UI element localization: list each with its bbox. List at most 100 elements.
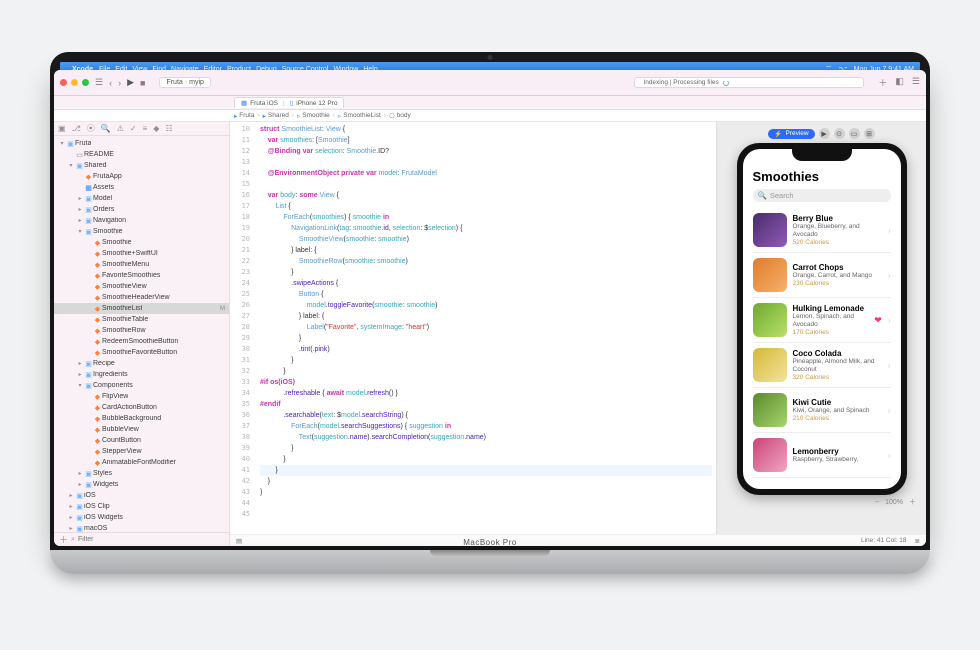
tree-item-cardactionbutton[interactable]: ◆CardActionButton <box>60 402 229 413</box>
live-button[interactable]: ▶ <box>819 128 830 139</box>
tree-item-smoothierow[interactable]: ◆SmoothieRow <box>60 325 229 336</box>
tree-item-bubblebackground[interactable]: ◆BubbleBackground <box>60 413 229 424</box>
smoothie-row[interactable]: Hulking LemonadeLemon, Spinach, and Avoc… <box>753 298 891 343</box>
smoothie-row[interactable]: Berry BlueOrange, Blueberry, and Avocado… <box>753 208 891 253</box>
tree-item-fruta[interactable]: ▾▣Fruta <box>60 138 229 149</box>
navigator-toggle-icon[interactable]: ☰ <box>95 77 103 88</box>
tree-item-favoritesmoothies[interactable]: ◆FavoriteSmoothies <box>60 270 229 281</box>
project-nav-icon[interactable]: ▣ <box>60 124 66 133</box>
crumb-fruta[interactable]: ▸Fruta <box>234 112 254 120</box>
issue-nav-icon[interactable]: ⚠ <box>117 124 124 133</box>
tree-item-ios-widgets[interactable]: ▸▣iOS Widgets <box>60 512 229 523</box>
device-settings-icon[interactable]: ▭ <box>849 128 860 139</box>
tree-item-smoothietable[interactable]: ◆SmoothieTable <box>60 314 229 325</box>
tree-item-ios-clip[interactable]: ▸▣iOS Clip <box>60 501 229 512</box>
tree-item-smoothielist[interactable]: ◆SmoothieListM <box>60 303 229 314</box>
back-icon[interactable]: ‹ <box>109 78 112 88</box>
minimize-button[interactable] <box>71 79 78 86</box>
tree-item-smoothiefavoritebutton[interactable]: ◆SmoothieFavoriteButton <box>60 347 229 358</box>
forward-icon[interactable]: › <box>118 78 121 88</box>
tree-item-redeemsmoothiebutton[interactable]: ◆RedeemSmoothieButton <box>60 336 229 347</box>
tree-item-flipview[interactable]: ◆FlipView <box>60 391 229 402</box>
disclosure-icon[interactable]: ▸ <box>76 217 84 224</box>
tree-item-smoothieview[interactable]: ◆SmoothieView <box>60 281 229 292</box>
crumb-smoothielist[interactable]: ▹SmoothieList <box>338 112 381 120</box>
preview-badge[interactable]: ⚡ Preview <box>768 129 814 139</box>
source-editor[interactable]: 1011121314151617181920212223242526272829… <box>230 122 716 534</box>
zoom-button[interactable] <box>82 79 89 86</box>
tree-item-macos[interactable]: ▸▣macOS <box>60 523 229 532</box>
symbol-nav-icon[interactable]: ⦿ <box>87 123 95 134</box>
preview-search-field[interactable]: 🔍 Search <box>753 189 891 202</box>
disclosure-icon[interactable]: ▸ <box>67 503 75 510</box>
add-file-icon[interactable]: ＋ <box>60 533 68 542</box>
smoothie-row[interactable]: LemonberryRaspberry, Strawberry,› <box>753 433 891 478</box>
tree-item-smoothie[interactable]: ◆Smoothie <box>60 237 229 248</box>
crumb-shared[interactable]: ▸Shared <box>263 112 289 120</box>
tree-item-assets[interactable]: ▦Assets <box>60 182 229 193</box>
jump-bar[interactable]: ▸Fruta›▸Shared›▹Smoothie›▹SmoothieList›⎔… <box>60 110 920 122</box>
disclosure-icon[interactable]: ▸ <box>76 195 84 202</box>
run-button[interactable]: ▶ <box>127 77 134 88</box>
tree-item-readme[interactable]: ▭README <box>60 149 229 160</box>
disclosure-icon[interactable]: ▸ <box>67 514 75 521</box>
crumb-smoothie[interactable]: ▹Smoothie <box>297 112 330 120</box>
disclosure-icon[interactable]: ▸ <box>76 481 84 488</box>
smoothie-row[interactable]: Kiwi CutieKiwi, Orange, and Spinach210 C… <box>753 388 891 433</box>
add-icon[interactable]: ＋ <box>878 76 887 89</box>
inspectors-toggle-icon[interactable]: ☰ <box>912 76 920 89</box>
source-code[interactable]: struct SmoothieList: View { var smoothie… <box>256 122 716 534</box>
tree-item-widgets[interactable]: ▸▣Widgets <box>60 479 229 490</box>
editor-options-icon[interactable]: ≣ <box>915 537 920 543</box>
tree-item-frutaapp[interactable]: ◆FrutaApp <box>60 171 229 182</box>
smoothie-row[interactable]: Coco ColadaPineapple, Almond Milk, and C… <box>753 343 891 388</box>
disclosure-icon[interactable]: ▸ <box>76 371 84 378</box>
tree-item-countbutton[interactable]: ◆CountButton <box>60 435 229 446</box>
disclosure-icon[interactable]: ▸ <box>76 206 84 213</box>
tree-item-smoothie-swiftui[interactable]: ◆Smoothie+SwiftUI <box>60 248 229 259</box>
tree-item-model[interactable]: ▸▣Model <box>60 193 229 204</box>
variants-icon[interactable]: ⊞ <box>864 128 875 139</box>
minimap-icon[interactable]: ▤ <box>236 537 242 543</box>
zoom-out-icon[interactable]: − <box>875 499 879 506</box>
smoothie-list[interactable]: Berry BlueOrange, Blueberry, and Avocado… <box>749 208 895 478</box>
tab-active[interactable]: ▦ Fruta iOS | ▯ iPhone 12 Pro <box>234 97 344 108</box>
tree-item-smoothie[interactable]: ▾▣Smoothie <box>60 226 229 237</box>
zoom-in-icon[interactable]: ＋ <box>909 497 916 507</box>
smoothie-row[interactable]: Carrot ChopsOrange, Carrot, and Mango230… <box>753 253 891 298</box>
source-control-nav-icon[interactable]: ⎇ <box>72 124 81 133</box>
disclosure-icon[interactable]: ▾ <box>67 162 75 169</box>
close-button[interactable] <box>60 79 67 86</box>
disclosure-icon[interactable]: ▸ <box>67 525 75 532</box>
tree-item-orders[interactable]: ▸▣Orders <box>60 204 229 215</box>
breakpoint-nav-icon[interactable]: ◆ <box>153 124 159 133</box>
tree-item-recipe[interactable]: ▸▣Recipe <box>60 358 229 369</box>
filter-input[interactable] <box>78 536 224 542</box>
library-icon[interactable]: ◧ <box>895 76 904 89</box>
tree-item-components[interactable]: ▾▣Components <box>60 380 229 391</box>
disclosure-icon[interactable]: ▾ <box>76 228 84 235</box>
tree-item-navigation[interactable]: ▸▣Navigation <box>60 215 229 226</box>
find-nav-icon[interactable]: 🔍 <box>101 124 111 133</box>
tree-item-styles[interactable]: ▸▣Styles <box>60 468 229 479</box>
disclosure-icon[interactable]: ▸ <box>76 360 84 367</box>
scheme-selector[interactable]: Fruta › myip <box>159 77 210 88</box>
tree-item-smoothiemenu[interactable]: ◆SmoothieMenu <box>60 259 229 270</box>
disclosure-icon[interactable]: ▸ <box>76 470 84 477</box>
device-screen[interactable]: Smoothies 🔍 Search Berry BlueOrange, Blu… <box>743 149 901 489</box>
tree-item-smoothieheaderview[interactable]: ◆SmoothieHeaderView <box>60 292 229 303</box>
report-nav-icon[interactable]: ☷ <box>165 124 172 133</box>
pin-icon[interactable]: ⊙ <box>834 128 845 139</box>
tree-item-bubbleview[interactable]: ◆BubbleView <box>60 424 229 435</box>
test-nav-icon[interactable]: ✓ <box>130 124 137 133</box>
tree-item-ios[interactable]: ▸▣iOS <box>60 490 229 501</box>
zoom-level[interactable]: 100% <box>885 499 903 506</box>
debug-nav-icon[interactable]: ≡ <box>143 124 148 133</box>
tree-item-animatablefontmodifier[interactable]: ◆AnimatableFontModifier <box>60 457 229 468</box>
tree-item-shared[interactable]: ▾▣Shared <box>60 160 229 171</box>
disclosure-icon[interactable]: ▸ <box>67 492 75 499</box>
stop-button[interactable]: ■ <box>140 78 145 88</box>
crumb-body[interactable]: ⎔body <box>389 112 411 120</box>
disclosure-icon[interactable]: ▾ <box>76 382 84 389</box>
tree-item-ingredients[interactable]: ▸▣Ingredients <box>60 369 229 380</box>
